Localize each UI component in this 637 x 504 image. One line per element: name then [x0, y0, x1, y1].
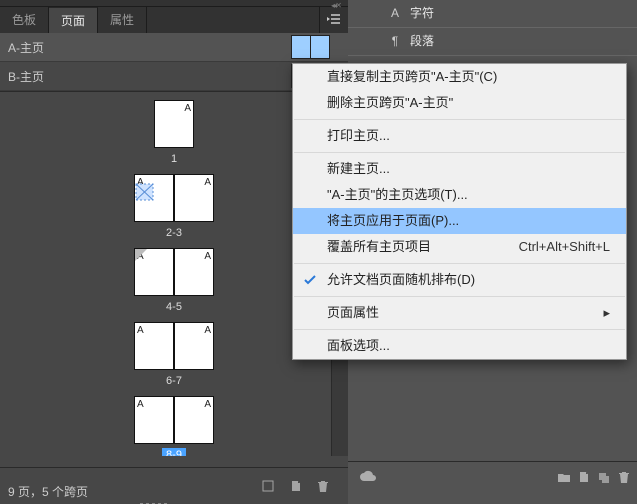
- page-label-4-5: 4-5: [162, 300, 186, 314]
- spread-8-9[interactable]: A A 8-9: [0, 396, 348, 456]
- panel-tabs: 色板 页面 属性: [0, 7, 348, 33]
- master-a-label: A-主页: [8, 39, 292, 56]
- para-icon: ¶: [388, 28, 402, 55]
- menu-separator: [294, 329, 625, 330]
- para-panel-row[interactable]: ¶ 段落: [348, 28, 637, 56]
- char-panel-row[interactable]: A 字符: [348, 0, 637, 28]
- shortcut-label: Ctrl+Alt+Shift+L: [519, 234, 610, 260]
- stack-icon[interactable]: [597, 470, 611, 484]
- panel-grip[interactable]: ◂◂ ✕: [0, 0, 348, 7]
- master-b-label: B-主页: [8, 68, 292, 85]
- context-menu: 直接复制主页跨页"A-主页"(C) 删除主页跨页"A-主页" 打印主页... 新…: [292, 63, 627, 360]
- menu-separator: [294, 152, 625, 153]
- master-a-row[interactable]: A-主页: [0, 33, 348, 62]
- master-a-thumbs: [292, 35, 330, 59]
- char-label: 字符: [410, 6, 434, 20]
- placed-item-icon: [135, 183, 154, 201]
- menu-master-options[interactable]: "A-主页"的主页选项(T)...: [293, 182, 626, 208]
- menu-print-master[interactable]: 打印主页...: [293, 123, 626, 149]
- tab-pages[interactable]: 页面: [49, 7, 98, 33]
- page-5[interactable]: A: [174, 248, 214, 296]
- new-page-icon[interactable]: [289, 479, 303, 493]
- page-3[interactable]: A: [174, 174, 214, 222]
- menu-override-all[interactable]: 覆盖所有主页项目Ctrl+Alt+Shift+L: [293, 234, 626, 260]
- page-7[interactable]: A: [174, 322, 214, 370]
- menu-new-master[interactable]: 新建主页...: [293, 156, 626, 182]
- page-label-8-9: 8-9: [162, 448, 186, 456]
- fold-icon: [135, 249, 147, 261]
- page-label-2-3: 2-3: [162, 226, 186, 240]
- new-page-icon[interactable]: [577, 470, 591, 484]
- menu-page-attributes[interactable]: 页面属性▸: [293, 300, 626, 326]
- menu-panel-options[interactable]: 面板选项...: [293, 333, 626, 359]
- char-icon: A: [388, 0, 402, 27]
- menu-duplicate-master[interactable]: 直接复制主页跨页"A-主页"(C): [293, 64, 626, 90]
- page-9[interactable]: A: [174, 396, 214, 444]
- page-6[interactable]: A: [134, 322, 174, 370]
- menu-separator: [294, 263, 625, 264]
- submenu-arrow-icon: ▸: [603, 300, 610, 326]
- menu-separator: [294, 119, 625, 120]
- trash-icon[interactable]: [316, 479, 330, 493]
- para-label: 段落: [410, 34, 434, 48]
- check-icon: [302, 272, 318, 288]
- folder-icon[interactable]: [557, 470, 571, 484]
- menu-apply-master[interactable]: 将主页应用于页面(P)...: [293, 208, 626, 234]
- page-8[interactable]: A: [134, 396, 174, 444]
- tab-attrs[interactable]: 属性: [98, 7, 147, 33]
- menu-separator: [294, 296, 625, 297]
- page-4[interactable]: A: [134, 248, 174, 296]
- page-label-1: 1: [167, 152, 181, 166]
- menu-allow-shuffle[interactable]: 允许文档页面随机排布(D): [293, 267, 626, 293]
- page-count-status: 9 页，5 个跨页: [8, 483, 88, 500]
- trash-icon[interactable]: [617, 470, 631, 484]
- panel-menu-icon[interactable]: [319, 7, 348, 33]
- size-icon[interactable]: [261, 479, 275, 493]
- page-label-6-7: 6-7: [162, 374, 186, 388]
- panel-footer: 9 页，5 个跨页: [0, 467, 348, 504]
- page-2[interactable]: A: [134, 174, 174, 222]
- right-panel-footer: [348, 461, 637, 492]
- menu-delete-master[interactable]: 删除主页跨页"A-主页": [293, 90, 626, 116]
- tab-swatches[interactable]: 色板: [0, 7, 49, 33]
- cloud-icon[interactable]: [358, 470, 378, 484]
